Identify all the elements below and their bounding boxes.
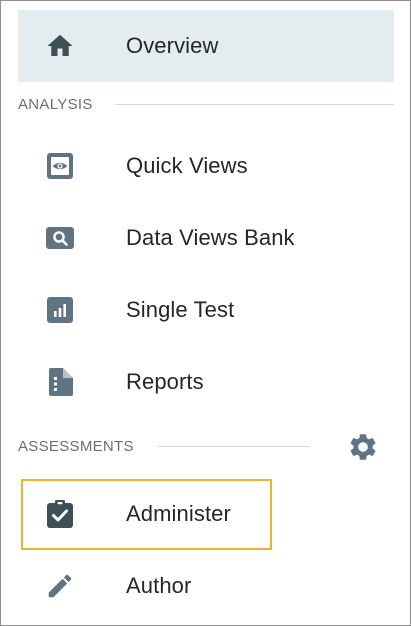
nav-item-label: Overview bbox=[126, 33, 219, 58]
nav-item-author[interactable]: Author bbox=[18, 550, 394, 622]
nav-item-overview[interactable]: Overview bbox=[18, 10, 394, 82]
section-divider bbox=[157, 445, 310, 447]
section-header-assessments: ASSESSMENTS bbox=[18, 436, 310, 456]
nav-item-reports[interactable]: Reports bbox=[18, 346, 394, 418]
section-title: ANALYSIS bbox=[18, 95, 93, 113]
home-icon bbox=[45, 31, 75, 61]
eye-icon bbox=[45, 151, 75, 181]
nav-item-label: Reports bbox=[126, 369, 204, 394]
pencil-icon bbox=[45, 571, 75, 601]
nav-item-label: Quick Views bbox=[126, 153, 248, 178]
nav-item-administer[interactable]: Administer bbox=[18, 478, 394, 550]
gear-icon[interactable] bbox=[347, 431, 379, 463]
section-header-analysis: ANALYSIS bbox=[18, 94, 394, 114]
side-navigation-panel: Overview ANALYSIS Quick Views Data Views… bbox=[0, 0, 411, 626]
search-icon bbox=[45, 223, 75, 253]
nav-item-single-test[interactable]: Single Test bbox=[18, 274, 394, 346]
clipboard-check-icon bbox=[45, 499, 75, 529]
nav-item-label: Data Views Bank bbox=[126, 225, 295, 250]
nav-item-label: Single Test bbox=[126, 297, 235, 322]
nav-item-label: Administer bbox=[126, 501, 231, 526]
nav-item-quick-views[interactable]: Quick Views bbox=[18, 130, 394, 202]
nav-item-label: Author bbox=[126, 573, 192, 598]
section-title: ASSESSMENTS bbox=[18, 437, 134, 455]
report-icon bbox=[45, 367, 75, 397]
nav-item-data-views-bank[interactable]: Data Views Bank bbox=[18, 202, 394, 274]
section-divider bbox=[114, 103, 394, 105]
bar-chart-icon bbox=[45, 295, 75, 325]
